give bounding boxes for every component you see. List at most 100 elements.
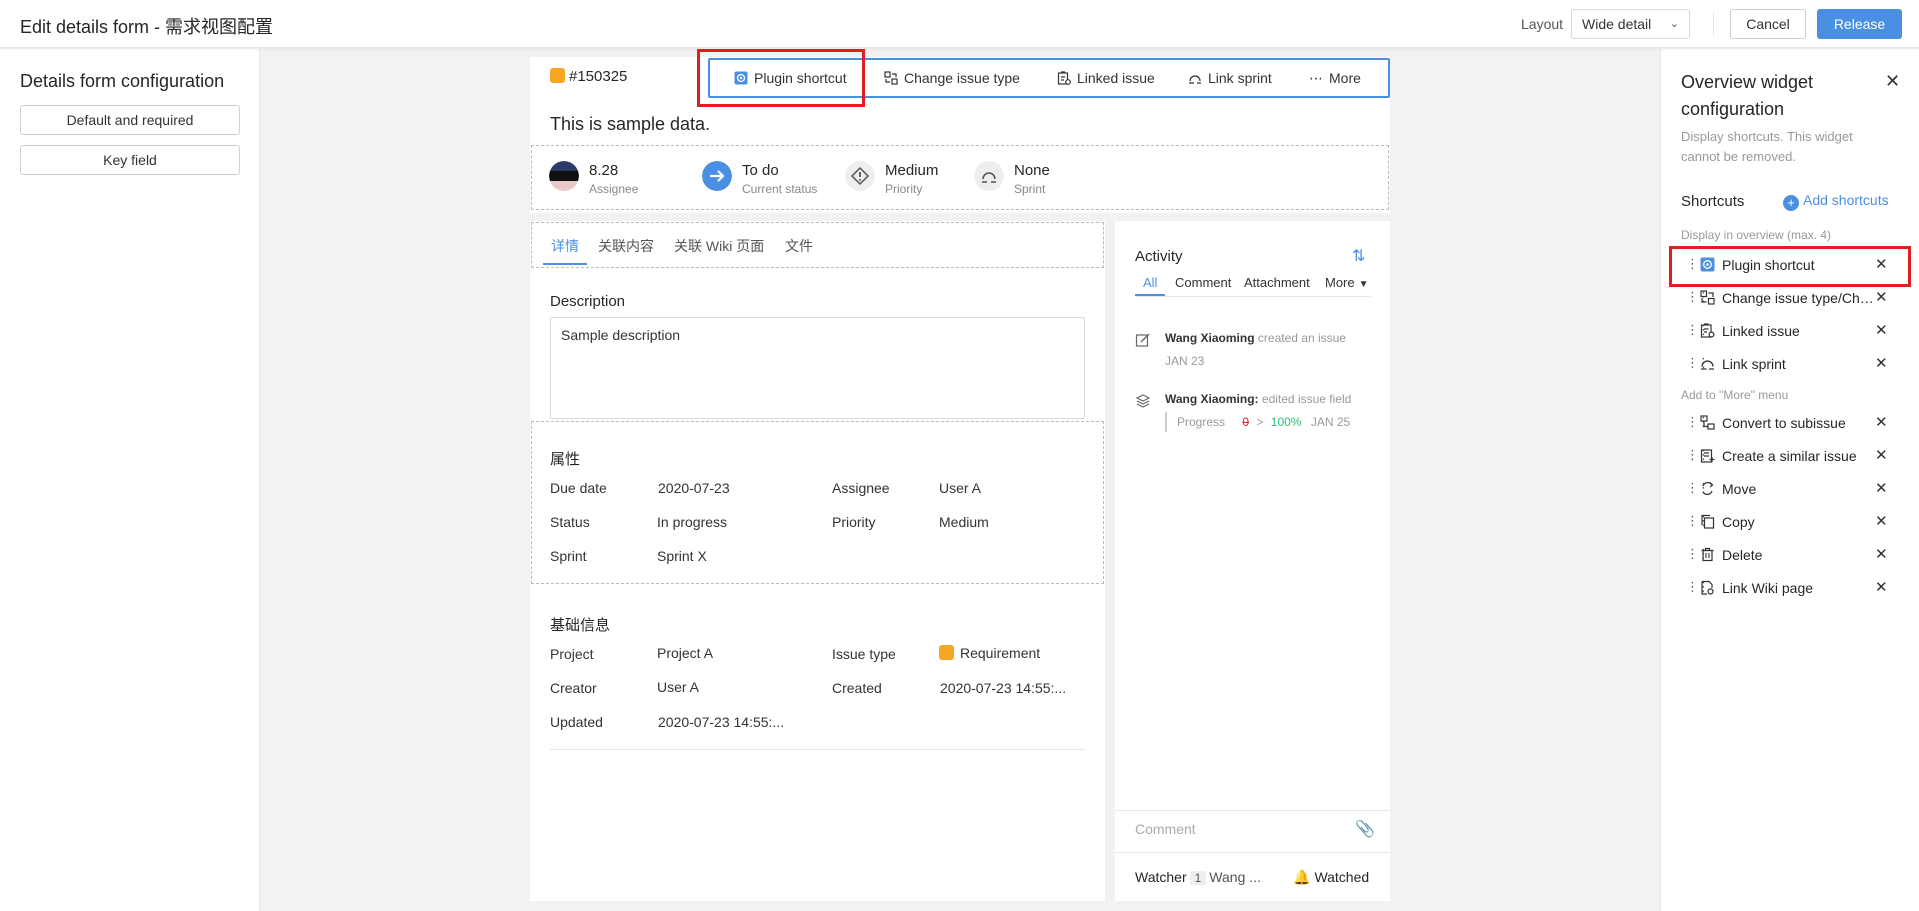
arrow-right-icon	[702, 161, 732, 191]
field-label: Created	[832, 680, 882, 696]
tab-wiki-pages[interactable]: 关联 Wiki 页面	[674, 236, 764, 256]
active-tab-underline	[1135, 294, 1165, 296]
left-sidebar-title: Details form configuration	[20, 71, 225, 91]
shortcut-item[interactable]: ⋮⋮ Change issue type/Change issue type ✕	[1681, 285, 1911, 311]
more-item[interactable]: ⋮⋮ Copy ✕	[1681, 509, 1911, 535]
comment-input[interactable]: Comment	[1135, 821, 1196, 837]
more-item[interactable]: ⋮⋮ Delete ✕	[1681, 542, 1911, 568]
activity-tab-comment[interactable]: Comment	[1175, 275, 1231, 290]
basic-info-heading: 基础信息	[550, 617, 611, 634]
shortcut-item[interactable]: ⋮⋮ Link sprint ✕	[1681, 351, 1911, 377]
avatar	[549, 161, 579, 191]
remove-icon[interactable]: ✕	[1875, 354, 1888, 372]
field-value[interactable]: In progress	[657, 514, 727, 530]
field-value[interactable]: User A	[939, 480, 981, 496]
sprint-icon	[974, 161, 1004, 191]
wiki-link-icon	[1701, 580, 1714, 595]
sprint-icon	[1701, 360, 1714, 370]
more-dots-icon: ⋯	[1309, 70, 1323, 86]
edit-icon	[1135, 333, 1150, 347]
issue-title: This is sample data.	[550, 114, 711, 134]
field-label: Status	[550, 514, 590, 530]
activity-tab-attachment[interactable]: Attachment	[1244, 275, 1310, 290]
remove-icon[interactable]: ✕	[1875, 413, 1888, 431]
close-icon[interactable]: ✕	[1885, 71, 1900, 92]
field-value[interactable]: User A	[657, 679, 699, 695]
watcher-info[interactable]: Watcher 1 Wang ...	[1135, 869, 1261, 885]
change-type-icon	[884, 71, 898, 85]
default-and-required-button[interactable]: Default and required	[20, 105, 240, 135]
remove-icon[interactable]: ✕	[1875, 288, 1888, 306]
toolbar-more[interactable]: ⋯ More	[1309, 70, 1361, 87]
sprint-icon	[1189, 75, 1201, 84]
sort-icon[interactable]: ⇅	[1352, 246, 1365, 266]
page-title: Edit details form - 需求视图配置	[20, 17, 274, 37]
divider	[1115, 810, 1390, 811]
remove-icon[interactable]: ✕	[1875, 512, 1888, 530]
linked-issue-icon	[1700, 323, 1715, 338]
activity-tab-more[interactable]: More ▼	[1325, 275, 1369, 290]
remove-icon[interactable]: ✕	[1875, 578, 1888, 596]
add-shortcuts-button[interactable]: + Add shortcuts	[1783, 192, 1889, 211]
field-value[interactable]: Project A	[657, 645, 713, 661]
divider	[1115, 852, 1390, 853]
toolbar-change-issue-type[interactable]: Change issue type	[884, 70, 1020, 86]
more-menu-note: Add to "More" menu	[1681, 388, 1789, 402]
field-label: Issue type	[832, 646, 896, 662]
right-panel-description: Display shortcuts. This widget cannot be…	[1681, 129, 1853, 164]
more-item[interactable]: ⋮⋮ Link Wiki page ✕	[1681, 575, 1911, 601]
more-item[interactable]: ⋮⋮ Create a similar issue ✕	[1681, 443, 1911, 469]
bell-icon: 🔔	[1293, 869, 1311, 885]
remove-icon[interactable]: ✕	[1875, 446, 1888, 464]
toolbar-linked-issue[interactable]: Linked issue	[1057, 70, 1155, 86]
layout-select[interactable]: Wide detail ⌄	[1571, 9, 1690, 39]
chevron-down-icon: ⌄	[1669, 18, 1679, 30]
toolbar-link-sprint[interactable]: Link sprint	[1188, 70, 1272, 86]
activity-tab-all[interactable]: All	[1143, 275, 1157, 290]
change-type-icon	[1700, 290, 1715, 305]
field-value[interactable]: Medium	[939, 514, 989, 530]
activity-title: Activity	[1135, 248, 1183, 265]
meta-section	[531, 145, 1389, 210]
divider	[1135, 296, 1371, 297]
divider	[1165, 412, 1167, 432]
field-value[interactable]: 2020-07-23 14:55:...	[940, 680, 1066, 696]
more-item[interactable]: ⋮⋮ Move ✕	[1681, 476, 1911, 502]
field-value[interactable]: 2020-07-23	[658, 480, 730, 496]
activity-entry: Wang Xiaoming created an issue	[1165, 331, 1346, 345]
linked-issue-icon	[1057, 71, 1071, 85]
field-value[interactable]: 2020-07-23 14:55:...	[658, 714, 784, 730]
field-label: Assignee	[832, 480, 890, 496]
attachment-icon[interactable]: 📎	[1355, 819, 1375, 839]
field-value[interactable]: Sprint X	[657, 548, 707, 564]
remove-icon[interactable]: ✕	[1875, 321, 1888, 339]
layers-icon	[1135, 394, 1151, 408]
attributes-heading: 属性	[550, 451, 581, 468]
tab-files[interactable]: 文件	[785, 236, 813, 256]
left-sidebar: Details form configuration Default and r…	[0, 49, 260, 911]
highlight-box	[697, 49, 865, 107]
trash-icon	[1701, 547, 1714, 562]
watched-button[interactable]: 🔔 Watched	[1293, 869, 1369, 886]
release-button[interactable]: Release	[1817, 9, 1902, 39]
active-tab-underline	[543, 263, 587, 265]
layout-label: Layout	[1521, 16, 1564, 32]
requirement-icon	[550, 68, 565, 83]
tab-related-content[interactable]: 关联内容	[598, 236, 654, 256]
top-bar: Edit details form - 需求视图配置 Layout Wide d…	[0, 0, 1919, 48]
attributes-section	[531, 421, 1104, 584]
field-value[interactable]: Requirement	[939, 645, 1040, 661]
more-item[interactable]: ⋮⋮ Convert to subissue ✕	[1681, 410, 1911, 436]
description-field[interactable]: Sample description	[550, 317, 1085, 419]
cancel-button[interactable]: Cancel	[1730, 9, 1806, 39]
copy-icon	[1701, 514, 1715, 529]
subissue-icon	[1700, 415, 1715, 430]
tab-details[interactable]: 详情	[551, 236, 579, 256]
shortcut-item[interactable]: ⋮⋮ Linked issue ✕	[1681, 318, 1911, 344]
activity-date: JAN 23	[1165, 354, 1205, 368]
field-label: Due date	[550, 480, 607, 496]
remove-icon[interactable]: ✕	[1875, 479, 1888, 497]
remove-icon[interactable]: ✕	[1875, 545, 1888, 563]
field-label: Updated	[550, 714, 603, 730]
key-field-button[interactable]: Key field	[20, 145, 240, 175]
